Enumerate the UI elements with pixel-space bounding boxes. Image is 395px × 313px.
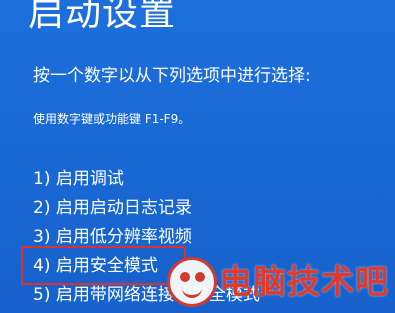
option-enable-safe-mode-networking[interactable]: 5) 启用带网络连接的安全模式 (33, 281, 260, 310)
startup-options-list: 1) 启用调试 2) 启用启动日志记录 3) 启用低分辨率视频 4) 启用安全模… (33, 165, 260, 310)
option-enable-debugging[interactable]: 1) 启用调试 (33, 165, 260, 194)
option-enable-boot-logging[interactable]: 2) 启用启动日志记录 (33, 194, 260, 223)
safe-mode-highlight-box (21, 246, 186, 285)
page-title: 启动设置 (28, 0, 177, 34)
startup-settings-screen: 启动设置 按一个数字以从下列选项中进行选择: 使用数字键或功能键 F1-F9。 … (0, 0, 395, 313)
key-hint: 使用数字键或功能键 F1-F9。 (33, 112, 191, 126)
instruction-prompt: 按一个数字以从下列选项中进行选择: (33, 66, 311, 86)
